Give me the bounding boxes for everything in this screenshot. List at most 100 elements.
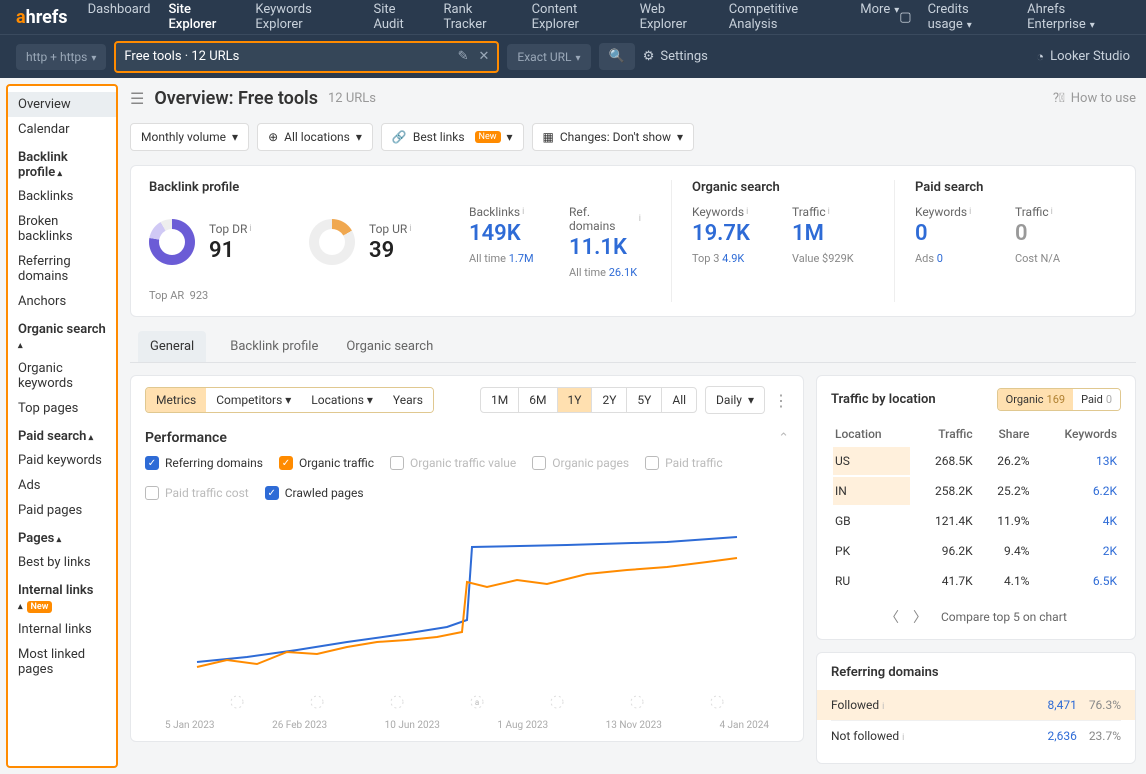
clear-icon[interactable]: ✕ (478, 49, 489, 64)
metric-segment: MetricsCompetitors ▾Locations ▾Years (145, 387, 434, 413)
sidebar-item-paid-keywords[interactable]: Paid keywords (8, 448, 116, 473)
how-to-use-link[interactable]: ?⃝How to use (1053, 91, 1146, 106)
nav-item-dashboard[interactable]: Dashboard (88, 2, 151, 32)
plan-dropdown[interactable]: Ahrefs Enterprise (1027, 2, 1130, 32)
looker-studio-link[interactable]: ◔Looker Studio (1036, 49, 1130, 65)
refdom-row-followed[interactable]: Followed i8,47176.3% (817, 690, 1135, 720)
nav-item-competitive-analysis[interactable]: Competitive Analysis (729, 2, 843, 32)
sidebar-item-best-by-links[interactable]: Best by links (8, 550, 116, 575)
toggle-sidebar-icon[interactable]: ☰ (130, 89, 144, 108)
sidebar-item-calendar[interactable]: Calendar (8, 117, 116, 142)
sidebar-item-referring-domains[interactable]: Referring domains (8, 249, 116, 289)
sidebar-item-most-linked-pages[interactable]: Most linked pages (8, 642, 116, 682)
tab-backlink-profile[interactable]: Backlink profile (226, 331, 322, 362)
nav-item-rank-tracker[interactable]: Rank Tracker (444, 2, 514, 32)
looker-icon: ◔ (1036, 49, 1044, 65)
search-input[interactable]: Free tools · 12 URLs ✎ ✕ (114, 41, 499, 73)
organic-keywords-value[interactable]: 19.7K (692, 221, 764, 246)
seg-locations[interactable]: Locations ▾ (301, 388, 383, 412)
sidebar-head-internal-links[interactable]: Internal linksNew (8, 575, 116, 617)
link-icon: 🔗 (392, 130, 407, 144)
legend-paid-traffic[interactable]: Paid traffic (645, 456, 723, 470)
nav-item-web-explorer[interactable]: Web Explorer (640, 2, 711, 32)
svg-text:a: a (475, 698, 479, 707)
sidebar-item-overview[interactable]: Overview (8, 92, 116, 117)
top-nav: ahrefs Dashboard Site Explorer Keywords Ex… (0, 0, 1146, 34)
sidebar-item-broken-backlinks[interactable]: Broken backlinks (8, 209, 116, 249)
mode-icon[interactable]: ▢ (899, 10, 911, 25)
credits-dropdown[interactable]: Credits usage (928, 2, 1012, 32)
sidebar-item-organic-keywords[interactable]: Organic keywords (8, 356, 116, 396)
legend-referring-domains[interactable]: Referring domains (145, 456, 263, 470)
sidebar-item-top-pages[interactable]: Top pages (8, 396, 116, 421)
location-row-gb[interactable]: GB121.4K11.9%4K (833, 507, 1119, 535)
tab-general[interactable]: General (138, 331, 206, 362)
chart-legend: Referring domains Organic traffic Organic … (145, 456, 789, 500)
location-row-us[interactable]: US268.5K26.2%13K (833, 447, 1119, 475)
legend-organic-pages[interactable]: Organic pages (532, 456, 629, 470)
location-row-pk[interactable]: PK96.2K9.4%2K (833, 537, 1119, 565)
daily-dropdown[interactable]: Daily▾ (705, 386, 765, 414)
nav-item-more[interactable]: More (860, 2, 899, 32)
sidebar-head-paid-search[interactable]: Paid search (8, 421, 116, 448)
seg-years[interactable]: Years (383, 388, 433, 412)
search-button[interactable]: 🔍 (599, 43, 635, 70)
nav-item-site-audit[interactable]: Site Audit (373, 2, 425, 32)
tab-organic-search[interactable]: Organic search (342, 331, 437, 362)
range-2y[interactable]: 2Y (592, 388, 627, 412)
seg-competitors[interactable]: Competitors ▾ (206, 388, 301, 412)
nav-item-content-explorer[interactable]: Content Explorer (532, 2, 622, 32)
compare-link[interactable]: Compare top 5 on chart (941, 610, 1067, 624)
prev-icon[interactable]: 〈 (885, 607, 899, 627)
pill-organic[interactable]: Organic169 (998, 389, 1073, 410)
refdom-row-not-followed[interactable]: Not followed i2,63623.7% (831, 720, 1121, 751)
backlinks-value[interactable]: 149K (469, 221, 541, 246)
legend-organic-traffic[interactable]: Organic traffic (279, 456, 374, 470)
location-row-ru[interactable]: RU41.7K4.1%6.5K (833, 567, 1119, 595)
sidebar-head-backlink-profile[interactable]: Backlink profile (8, 142, 116, 184)
logo[interactable]: ahrefs (16, 7, 68, 28)
exact-url-dropdown[interactable]: Exact URL (507, 44, 590, 70)
legend-organic-traffic-value[interactable]: Organic traffic value (390, 456, 516, 470)
organic-traffic-value[interactable]: 1M (792, 221, 864, 246)
ref-domains-value[interactable]: 11.1K (569, 235, 641, 260)
search-row: http + https Free tools · 12 URLs ✎ ✕ Ex… (0, 34, 1146, 78)
range-all[interactable]: All (662, 388, 696, 412)
location-row-in[interactable]: IN258.2K25.2%6.2K (833, 477, 1119, 505)
sidebar-item-paid-pages[interactable]: Paid pages (8, 498, 116, 523)
edit-icon[interactable]: ✎ (458, 49, 469, 64)
sidebar-item-internal-links[interactable]: Internal links (8, 617, 116, 642)
next-icon[interactable]: 〉 (913, 607, 927, 627)
sidebar-head-pages[interactable]: Pages (8, 523, 116, 550)
volume-filter[interactable]: Monthly volume▾ (130, 123, 249, 151)
settings-link[interactable]: ⚙Settings (643, 49, 708, 64)
sidebar-item-anchors[interactable]: Anchors (8, 289, 116, 314)
backlink-profile-head: Backlink profile (149, 180, 641, 195)
collapse-icon[interactable]: ⌃ (778, 431, 789, 446)
range-6m[interactable]: 6M (519, 388, 557, 412)
changes-filter[interactable]: ▦Changes: Don't show▾ (532, 123, 695, 151)
range-5y[interactable]: 5Y (627, 388, 662, 412)
range-segment: 1M6M1Y2Y5YAll (480, 387, 697, 413)
sidebar-item-backlinks[interactable]: Backlinks (8, 184, 116, 209)
protocol-dropdown[interactable]: http + https (16, 44, 106, 70)
nav-item-site-explorer[interactable]: Site Explorer (168, 2, 237, 32)
range-1m[interactable]: 1M (481, 388, 519, 412)
paid-search-head: Paid search (915, 180, 1087, 195)
range-1y[interactable]: 1Y (558, 388, 593, 412)
seg-metrics[interactable]: Metrics (146, 388, 206, 412)
sidebar-item-ads[interactable]: Ads (8, 473, 116, 498)
sidebar: OverviewCalendarBacklink profileBacklink… (6, 84, 118, 768)
best-links-filter[interactable]: 🔗Best linksNew▾ (381, 123, 524, 151)
locations-filter[interactable]: ⊕All locations▾ (257, 123, 373, 151)
filters-row: Monthly volume▾ ⊕All locations▾ 🔗Best li… (130, 123, 1146, 151)
nav-item-keywords-explorer[interactable]: Keywords Explorer (255, 2, 355, 32)
legend-paid-traffic-cost[interactable]: Paid traffic cost (145, 486, 249, 500)
sidebar-head-organic-search[interactable]: Organic search (8, 314, 116, 356)
chart-menu-icon[interactable]: ⋮ (773, 391, 789, 410)
pill-paid[interactable]: Paid0 (1073, 389, 1120, 410)
legend-crawled-pages[interactable]: Crawled pages (265, 486, 364, 500)
performance-title: Performance (145, 430, 227, 446)
paid-keywords-value[interactable]: 0 (915, 221, 987, 246)
paid-traffic-value: 0 (1015, 221, 1087, 246)
